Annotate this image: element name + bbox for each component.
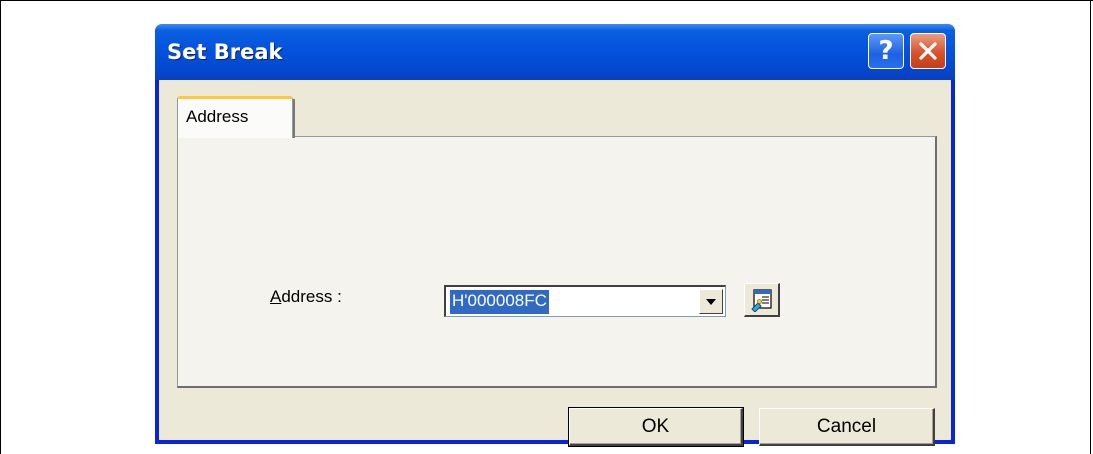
help-button[interactable]: ? bbox=[868, 33, 904, 69]
title-bar[interactable]: Set Break ? bbox=[155, 24, 955, 80]
address-label: Address : bbox=[270, 287, 342, 307]
dialog-body: Address Address : H'000008FC OK Cancel bbox=[159, 80, 951, 447]
cancel-button[interactable]: Cancel bbox=[759, 408, 935, 446]
address-tab-panel: Address : H'000008FC bbox=[177, 136, 937, 388]
symbol-browse-button[interactable] bbox=[744, 283, 780, 317]
close-icon bbox=[919, 42, 937, 60]
page-frame-left bbox=[0, 0, 1, 454]
dropdown-arrow-button[interactable] bbox=[699, 289, 723, 314]
symbol-browse-icon bbox=[750, 288, 772, 312]
address-combobox[interactable]: H'000008FC bbox=[444, 285, 726, 317]
page-frame-right bbox=[1090, 0, 1091, 454]
close-button[interactable] bbox=[910, 33, 946, 69]
set-break-dialog: Set Break ? Address Address : H'000008FC bbox=[155, 24, 955, 447]
dialog-title: Set Break bbox=[167, 40, 283, 64]
address-label-rest: ddress : bbox=[281, 287, 342, 306]
ok-button[interactable]: OK bbox=[568, 407, 744, 447]
tab-address[interactable]: Address bbox=[177, 96, 295, 138]
page-frame-top bbox=[0, 0, 1093, 1]
address-input-value[interactable]: H'000008FC bbox=[450, 290, 549, 314]
tab-address-label: Address bbox=[186, 107, 249, 126]
tab-shadow bbox=[293, 99, 295, 138]
address-label-accel: A bbox=[270, 287, 282, 306]
